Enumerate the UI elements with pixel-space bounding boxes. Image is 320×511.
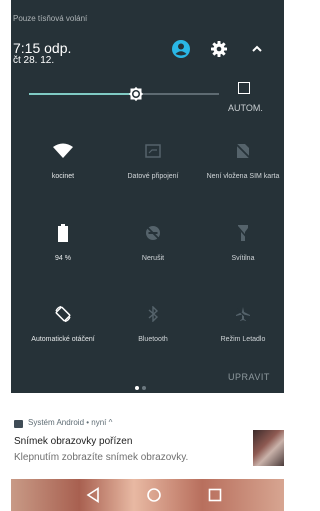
android-system-icon — [14, 420, 23, 428]
mobile-data-icon — [108, 140, 198, 162]
tile-label: Automatické otáčení — [31, 336, 95, 343]
settings-gear-icon[interactable] — [208, 38, 230, 60]
screenshot-thumbnail[interactable] — [253, 430, 284, 466]
clock-time[interactable]: 7:15 odp. — [13, 41, 71, 55]
battery-icon — [18, 222, 108, 244]
tile-bluetooth[interactable]: Bluetooth — [108, 303, 198, 344]
tile-auto-rotate[interactable]: Automatické otáčení — [18, 303, 108, 344]
tile-label: Datové připojení — [127, 173, 179, 180]
tile-label: Režim Letadlo — [220, 336, 266, 343]
edit-tiles-button[interactable]: UPRAVIT — [228, 372, 270, 382]
tile-label: Bluetooth — [138, 336, 168, 343]
auto-brightness-label: AUTOM. — [228, 103, 263, 113]
tile-mobile-data[interactable]: Datové připojení — [108, 140, 198, 181]
tile-airplane[interactable]: Režim Letadlo — [198, 303, 288, 344]
no-sim-icon — [198, 140, 288, 162]
airplane-off-icon — [198, 303, 288, 325]
tile-wifi[interactable]: kocinet — [18, 140, 108, 181]
tile-battery[interactable]: 94 % — [18, 222, 108, 263]
page-indicator — [135, 377, 149, 395]
collapse-chevron-icon[interactable] — [246, 38, 268, 60]
tile-label: 94 % — [55, 255, 71, 262]
status-text: Pouze tísňová volání — [13, 14, 88, 23]
notification-app-line[interactable]: Systém Android • nyní ^ — [28, 418, 112, 427]
back-icon[interactable] — [82, 484, 104, 506]
brightness-fill — [29, 93, 140, 95]
tile-flashlight[interactable]: Svítilna — [198, 222, 288, 263]
notification-title: Snímek obrazovky pořízen — [14, 436, 133, 447]
user-avatar-icon[interactable] — [170, 38, 192, 60]
page-dot — [135, 386, 139, 390]
auto-brightness-checkbox[interactable] — [238, 82, 250, 94]
recents-icon[interactable] — [204, 484, 226, 506]
tile-label: Svítilna — [231, 255, 255, 262]
brightness-slider[interactable] — [29, 93, 219, 95]
home-icon[interactable] — [143, 484, 165, 506]
brightness-sun-icon[interactable] — [126, 84, 146, 104]
wifi-icon — [18, 140, 108, 162]
tile-dnd[interactable]: Nerušit — [108, 222, 198, 263]
clock-date[interactable]: čt 28. 12. — [13, 56, 54, 66]
flashlight-off-icon — [198, 222, 288, 244]
auto-rotate-icon — [18, 303, 108, 325]
page-dot — [142, 386, 146, 390]
do-not-disturb-icon — [108, 222, 198, 244]
notification-text: Klepnutím zobrazíte snímek obrazovky. — [14, 452, 189, 463]
bluetooth-off-icon — [108, 303, 198, 325]
tile-sim[interactable]: Není vložena SIM karta — [198, 140, 288, 181]
tile-label: Není vložena SIM karta — [206, 173, 280, 180]
tile-label: Nerušit — [141, 255, 165, 262]
tile-label: kocinet — [51, 173, 75, 180]
